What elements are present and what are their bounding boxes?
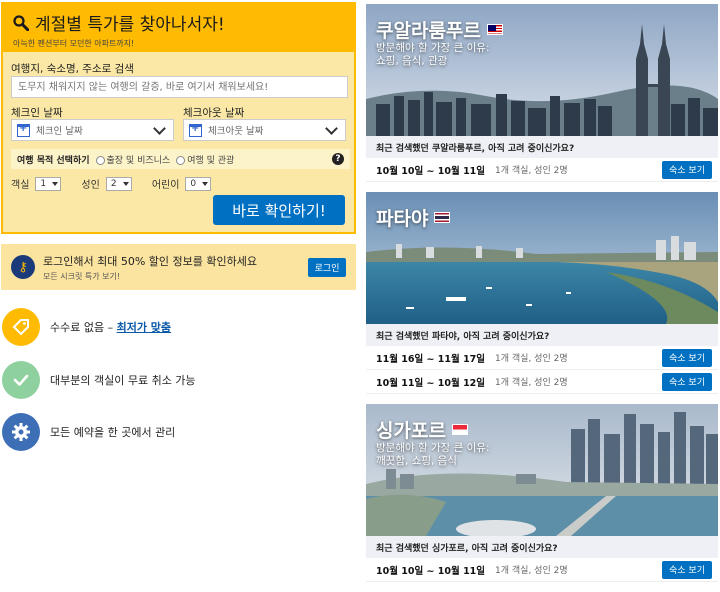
login-sub-text: 모든 시크릿 특가 보기! [43,271,121,281]
trip-dates: 11월 16일 ~ 11월 17일 [376,353,486,365]
trip-info: 1개 객실, 성인 2명 [495,166,568,176]
gear-icon [2,413,40,451]
trip-info: 1개 객실, 성인 2명 [495,378,568,388]
login-main-text: 로그인해서 최대 50% 할인 정보를 확인하세요 [43,254,257,268]
rooms-select[interactable]: 1 [35,176,62,191]
login-button[interactable]: 로그인 [308,257,346,277]
card-city-title: 파타야 [376,204,451,231]
rooms-label: 객실 [11,180,30,191]
purpose-option-business[interactable]: 출장 및 비즈니스 [95,153,170,166]
chevron-down-icon [325,121,338,135]
search-subtitle: 아늑한 펜션부터 모던한 아파트까지! [13,39,135,48]
malaysia-flag-icon [486,24,503,35]
checkin-placeholder: 체크인 날짜 [36,126,83,137]
checkmark-icon [2,361,40,399]
trip-dates: 10월 10일 ~ 10월 11일 [376,565,486,577]
lowest-price-link[interactable]: 최저가 맞춤 [117,321,171,334]
recent-search-text: 최근 검색했던 싱가포르, 아직 고려 중이신가요? [366,536,718,558]
checkout-date-picker[interactable]: 체크아웃 날짜 [183,119,346,141]
checkout-label: 체크아웃 날짜 [183,107,245,119]
children-select[interactable]: 0 [185,176,212,191]
card-city-title: 싱가포르 [376,416,468,443]
search-submit-button[interactable]: 바로 확인하기! [213,195,345,225]
recent-trip-row: 10월 10일 ~ 10월 11일 1개 객실, 성인 2명 숙소 보기 [366,158,718,182]
destination-card-singapore: 싱가포르 방문해야 할 가장 큰 이유: 깨끗함, 쇼핑, 음식 최근 검색했던… [366,404,718,582]
search-icon [13,14,29,31]
destination-image[interactable]: 파타야 [366,192,718,324]
thailand-flag-icon [434,212,451,223]
trip-info: 1개 객실, 성인 2명 [495,354,568,364]
recent-trip-row: 10월 10일 ~ 10월 11일 1개 객실, 성인 2명 숙소 보기 [366,558,718,582]
calendar-icon [189,123,202,137]
destination-label: 여행지, 숙소명, 주소로 검색 [11,63,134,75]
destination-card-kuala-lumpur: 쿠알라룸푸르 방문해야 할 가장 큰 이유: 쇼핑, 음식, 관광 최근 검색했… [366,4,718,182]
feature-manage-bookings-text: 모든 예약을 한 곳에서 관리 [50,426,176,439]
radio-button[interactable] [176,155,186,165]
adults-select[interactable]: 2 [105,176,132,191]
card-subtitle: 방문해야 할 가장 큰 이유: 쇼핑, 음식, 관광 [376,42,490,67]
feature-no-fee-text: 수수료 없음 – 최저가 맞춤 [50,321,172,334]
singapore-flag-icon [451,424,468,435]
dropdown-arrow-icon [52,181,59,186]
login-banner: ⚷ 로그인해서 최대 50% 할인 정보를 확인하세요 모든 시크릿 특가 보기… [1,244,356,290]
chevron-down-icon [153,121,166,135]
trip-dates: 10월 10일 ~ 10월 11일 [376,165,486,177]
feature-manage-bookings: 모든 예약을 한 곳에서 관리 [2,413,175,451]
recent-search-text: 최근 검색했던 파타야, 아직 고려 중이신가요? [366,324,718,346]
destination-card-pattaya: 파타야 최근 검색했던 파타야, 아직 고려 중이신가요? 11월 16일 ~ … [366,192,718,394]
feature-free-cancel: 대부분의 객실이 무료 취소 가능 [2,361,196,399]
destination-image[interactable]: 싱가포르 방문해야 할 가장 큰 이유: 깨끗함, 쇼핑, 음식 [366,404,718,536]
view-properties-button[interactable]: 숙소 보기 [662,372,712,391]
travel-purpose-label: 여행 목적 선택하기 [17,155,90,166]
children-label: 어린이 [151,180,180,191]
travel-purpose-row: 여행 목적 선택하기 출장 및 비즈니스 여행 및 관광 ? [11,149,350,169]
card-subtitle: 방문해야 할 가장 큰 이유: 깨끗함, 쇼핑, 음식 [376,442,490,467]
checkin-label: 체크인 날짜 [11,107,63,119]
card-city-title: 쿠알라룸푸르 [376,16,503,43]
search-header: 계절별 특가를 찾아나서자! 아늑한 펜션부터 모던한 아파트까지! [3,4,354,52]
price-tag-icon [2,308,40,346]
genius-key-icon: ⚷ [11,255,35,279]
recent-trip-row: 10월 11일 ~ 10월 12일 1개 객실, 성인 2명 숙소 보기 [366,370,718,394]
checkout-placeholder: 체크아웃 날짜 [208,126,264,137]
trip-info: 1개 객실, 성인 2명 [495,566,568,576]
trip-dates: 10월 11일 ~ 10월 12일 [376,377,486,389]
recent-trip-row: 11월 16일 ~ 11월 17일 1개 객실, 성인 2명 숙소 보기 [366,346,718,370]
adults-label: 성인 [81,180,100,191]
login-text: 로그인해서 최대 50% 할인 정보를 확인하세요 모든 시크릿 특가 보기! [43,253,300,282]
feature-no-fee: 수수료 없음 – 최저가 맞춤 [2,308,171,346]
radio-button[interactable] [95,155,105,165]
checkin-date-picker[interactable]: 체크인 날짜 [11,119,174,141]
feature-free-cancel-text: 대부분의 객실이 무료 취소 가능 [50,374,196,387]
occupancy-row: 객실 1 성인 2 어린이 0 [11,176,212,191]
view-properties-button[interactable]: 숙소 보기 [662,560,712,579]
destination-image[interactable]: 쿠알라룸푸르 방문해야 할 가장 큰 이유: 쇼핑, 음식, 관광 [366,4,718,136]
search-panel: 계절별 특가를 찾아나서자! 아늑한 펜션부터 모던한 아파트까지! 여행지, … [1,2,356,234]
search-title: 계절별 특가를 찾아나서자! [35,15,225,35]
dropdown-arrow-icon [202,181,209,186]
help-icon[interactable]: ? [332,153,344,165]
destination-input[interactable] [11,76,348,98]
view-properties-button[interactable]: 숙소 보기 [662,160,712,179]
dropdown-arrow-icon [122,181,129,186]
view-properties-button[interactable]: 숙소 보기 [662,348,712,367]
search-title-row: 계절별 특가를 찾아나서자! [13,10,346,35]
calendar-icon [17,123,30,137]
recent-search-text: 최근 검색했던 쿠알라룸푸르, 아직 고려 중이신가요? [366,136,718,158]
purpose-option-leisure[interactable]: 여행 및 관광 [176,153,234,166]
